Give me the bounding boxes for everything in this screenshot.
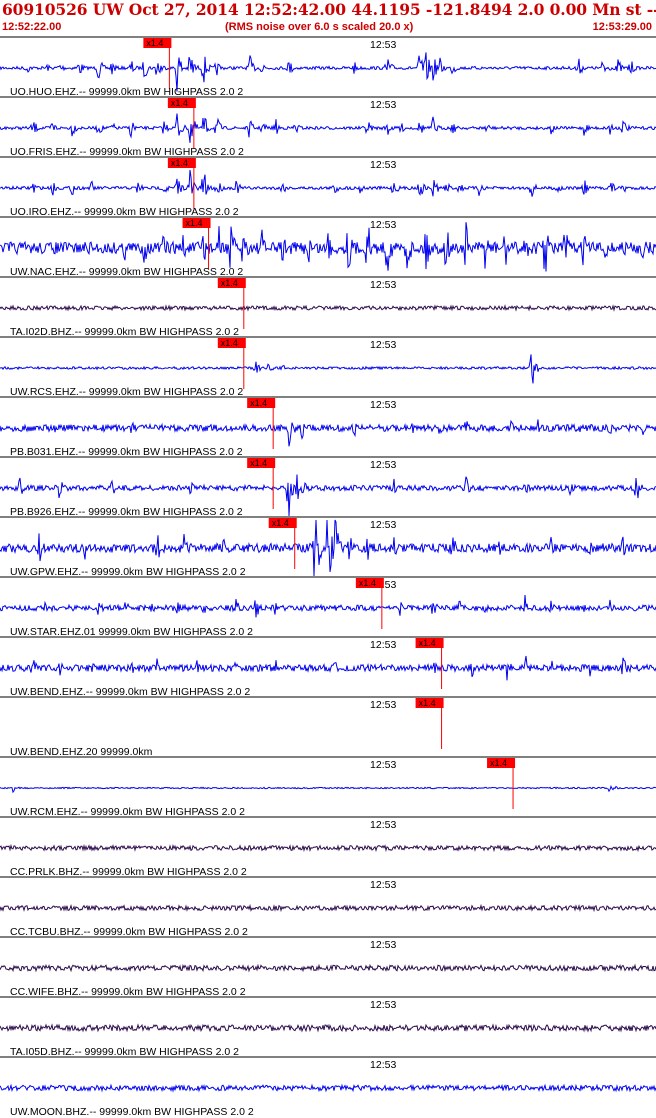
waveform-line bbox=[0, 169, 656, 197]
time-tick-label: 12:53 bbox=[370, 1059, 396, 1071]
trace-row: 12:53 x1.4 PB.B031.EHZ.-- 99999.0km BW HIG… bbox=[0, 396, 656, 458]
waveform-line bbox=[0, 222, 656, 272]
waveform-line bbox=[0, 594, 656, 618]
trace-row: 12:53 x1.4 PB.B926.EHZ.-- 99999.0km BW HIG… bbox=[0, 456, 656, 518]
station-label: PB.B926.EHZ.-- 99999.0km BW HIGHPASS 2.0… bbox=[10, 506, 243, 518]
time-tick-label: 12:53 bbox=[370, 339, 396, 351]
trace-row: 12:53 x1.4 UW.RCM.EHZ.-- 99999.0km BW HIGH… bbox=[0, 756, 656, 818]
pick-label: x1.4 bbox=[490, 758, 507, 768]
pick-label: x1.4 bbox=[359, 578, 376, 588]
station-label: UW.RCM.EHZ.-- 99999.0km BW HIGHPASS 2.0 … bbox=[10, 806, 245, 818]
pick-label: x1.4 bbox=[250, 398, 267, 408]
time-tick-label: 12:53 bbox=[370, 999, 396, 1011]
trace-row: 12:53 CC.PRLK.BHZ.-- 99999.0km BW HIGHPAS… bbox=[0, 816, 656, 878]
time-tick-label: 12:53 bbox=[370, 219, 396, 231]
station-label: UO.FRIS.EHZ.-- 99999.0km BW HIGHPASS 2.0… bbox=[10, 146, 244, 158]
waveform-line bbox=[0, 785, 656, 794]
trace-row: 12:53 x1.4 UW.NAC.EHZ.-- 99999.0km BW HIGH… bbox=[0, 216, 656, 278]
pick-label: x1.4 bbox=[171, 98, 188, 108]
time-tick-label: 12:53 bbox=[370, 819, 396, 831]
trace-row: 12:53 x1.4 UW.GPW.EHZ.-- 99999.0km BW HIGH… bbox=[0, 516, 656, 578]
station-label: UO.HUO.EHZ.-- 99999.0km BW HIGHPASS 2.0 … bbox=[10, 86, 243, 98]
time-tick-label: 12:53 bbox=[370, 759, 396, 771]
pick-label: x1.4 bbox=[186, 218, 203, 228]
station-label: TA.I05D.BHZ.-- 99999.0km BW HIGHPASS 2.0… bbox=[10, 1046, 239, 1058]
waveform-line bbox=[0, 354, 656, 384]
pick-label: x1.4 bbox=[250, 458, 267, 468]
pick-label: x1.4 bbox=[272, 518, 289, 528]
time-tick-label: 12:53 bbox=[370, 519, 396, 531]
trace-row: 12:53 TA.I05D.BHZ.-- 99999.0km BW HIGHPAS… bbox=[0, 996, 656, 1058]
station-label: UW.GPW.EHZ.-- 99999.0km BW HIGHPASS 2.0 … bbox=[10, 566, 246, 578]
time-tick-label: 12:53 bbox=[370, 99, 396, 111]
time-tick-label: 12:53 bbox=[370, 939, 396, 951]
time-tick-label: 12:53 bbox=[370, 279, 396, 291]
pick-label: x1.4 bbox=[221, 338, 238, 348]
waveform-line bbox=[0, 963, 656, 973]
pick-label: x1.4 bbox=[419, 638, 436, 648]
waveform-line bbox=[0, 304, 656, 312]
station-label: UW.STAR.EHZ.01 99999.0km BW HIGHPASS 2.0… bbox=[10, 626, 253, 638]
trace-row: 12:53x1.4UW.STAR.EHZ.01 99999.0km BW HIG… bbox=[0, 576, 656, 638]
station-label: UW.RCS.EHZ.-- 99999.0km BW HIGHPASS 2.0 … bbox=[10, 386, 243, 398]
trace-row: 12:53 x1.4 UO.IRO.EHZ.-- 99999.0km BW HIGH… bbox=[0, 156, 656, 218]
trace-row: 12:53 UW.MOON.BHZ.-- 99999.0km BW HIGHPAS… bbox=[0, 1056, 656, 1118]
waveform-line bbox=[0, 843, 656, 853]
waveform-line bbox=[0, 113, 656, 143]
pick-label: x1.4 bbox=[146, 38, 163, 48]
time-tick-label: 12:53 bbox=[370, 39, 396, 51]
station-label: UO.IRO.EHZ.-- 99999.0km BW HIGHPASS 2.0 … bbox=[10, 206, 239, 218]
pick-label: x1.4 bbox=[221, 278, 238, 288]
station-label: UW.NAC.EHZ.-- 99999.0km BW HIGHPASS 2.0 … bbox=[10, 266, 243, 278]
station-label: CC.WIFE.BHZ.-- 99999.0km BW HIGHPASS 2.0… bbox=[10, 986, 246, 998]
trace-row: 12:53 x1.4 UO.HUO.EHZ.-- 99999.0km BW HIGH… bbox=[0, 36, 656, 98]
seismogram-plot: 12:53x1.4UO.HUO.EHZ.-- 99999.0km BW HIGH… bbox=[0, 36, 656, 1118]
waveform-line bbox=[0, 655, 656, 681]
pick-label: x1.4 bbox=[171, 158, 188, 168]
trace-row: 12:53 x1.4 UO.FRIS.EHZ.-- 99999.0km BW HIG… bbox=[0, 96, 656, 158]
time-tick-label: 12:53 bbox=[370, 159, 396, 171]
trace-row: 12:53 x1.4 UW.BEND.EHZ.20 99999.0km bbox=[0, 696, 656, 758]
waveform-line bbox=[0, 1023, 656, 1033]
station-label: CC.TCBU.BHZ.-- 99999.0km BW HIGHPASS 2.0… bbox=[10, 926, 248, 938]
trace-row: 12:53 x1.4 TA.I02D.BHZ.-- 99999.0km BW HIG… bbox=[0, 276, 656, 338]
time-tick-label: 12:53 bbox=[370, 459, 396, 471]
station-label: UW.BEND.EHZ.-- 99999.0km BW HIGHPASS 2.0… bbox=[10, 686, 250, 698]
time-tick-label: 12:53 bbox=[370, 399, 396, 411]
waveform-line bbox=[0, 903, 656, 913]
waveform-line bbox=[0, 1083, 656, 1093]
trace-row: 12:53 x1.4 UW.RCS.EHZ.-- 99999.0km BW HIGH… bbox=[0, 336, 656, 398]
pick-label: x1.4 bbox=[419, 698, 436, 708]
station-label: UW.MOON.BHZ.-- 99999.0km BW HIGHPASS 2.0… bbox=[10, 1106, 254, 1118]
trace-row: 12:53 x1.4 UW.BEND.EHZ.-- 99999.0km BW HIG… bbox=[0, 636, 656, 698]
station-label: CC.PRLK.BHZ.-- 99999.0km BW HIGHPASS 2.0… bbox=[10, 866, 247, 878]
time-tick-label: 12:53 bbox=[370, 699, 396, 711]
waveform-line bbox=[0, 419, 656, 447]
station-label: UW.BEND.EHZ.20 99999.0km bbox=[10, 746, 153, 758]
station-label: TA.I02D.BHZ.-- 99999.0km BW HIGHPASS 2.0… bbox=[10, 326, 239, 338]
trace-row: 12:53 CC.WIFE.BHZ.-- 99999.0km BW HIGHPAS… bbox=[0, 936, 656, 998]
trace-row: 12:53 CC.TCBU.BHZ.-- 99999.0km BW HIGHPAS… bbox=[0, 876, 656, 938]
seismogram-page: { "header": { "title": "60910526 UW Oct … bbox=[0, 0, 656, 1118]
station-label: PB.B031.EHZ.-- 99999.0km BW HIGHPASS 2.0… bbox=[10, 446, 243, 458]
time-tick-label: 12:53 bbox=[370, 879, 396, 891]
time-tick-label: 12:53 bbox=[370, 639, 396, 651]
